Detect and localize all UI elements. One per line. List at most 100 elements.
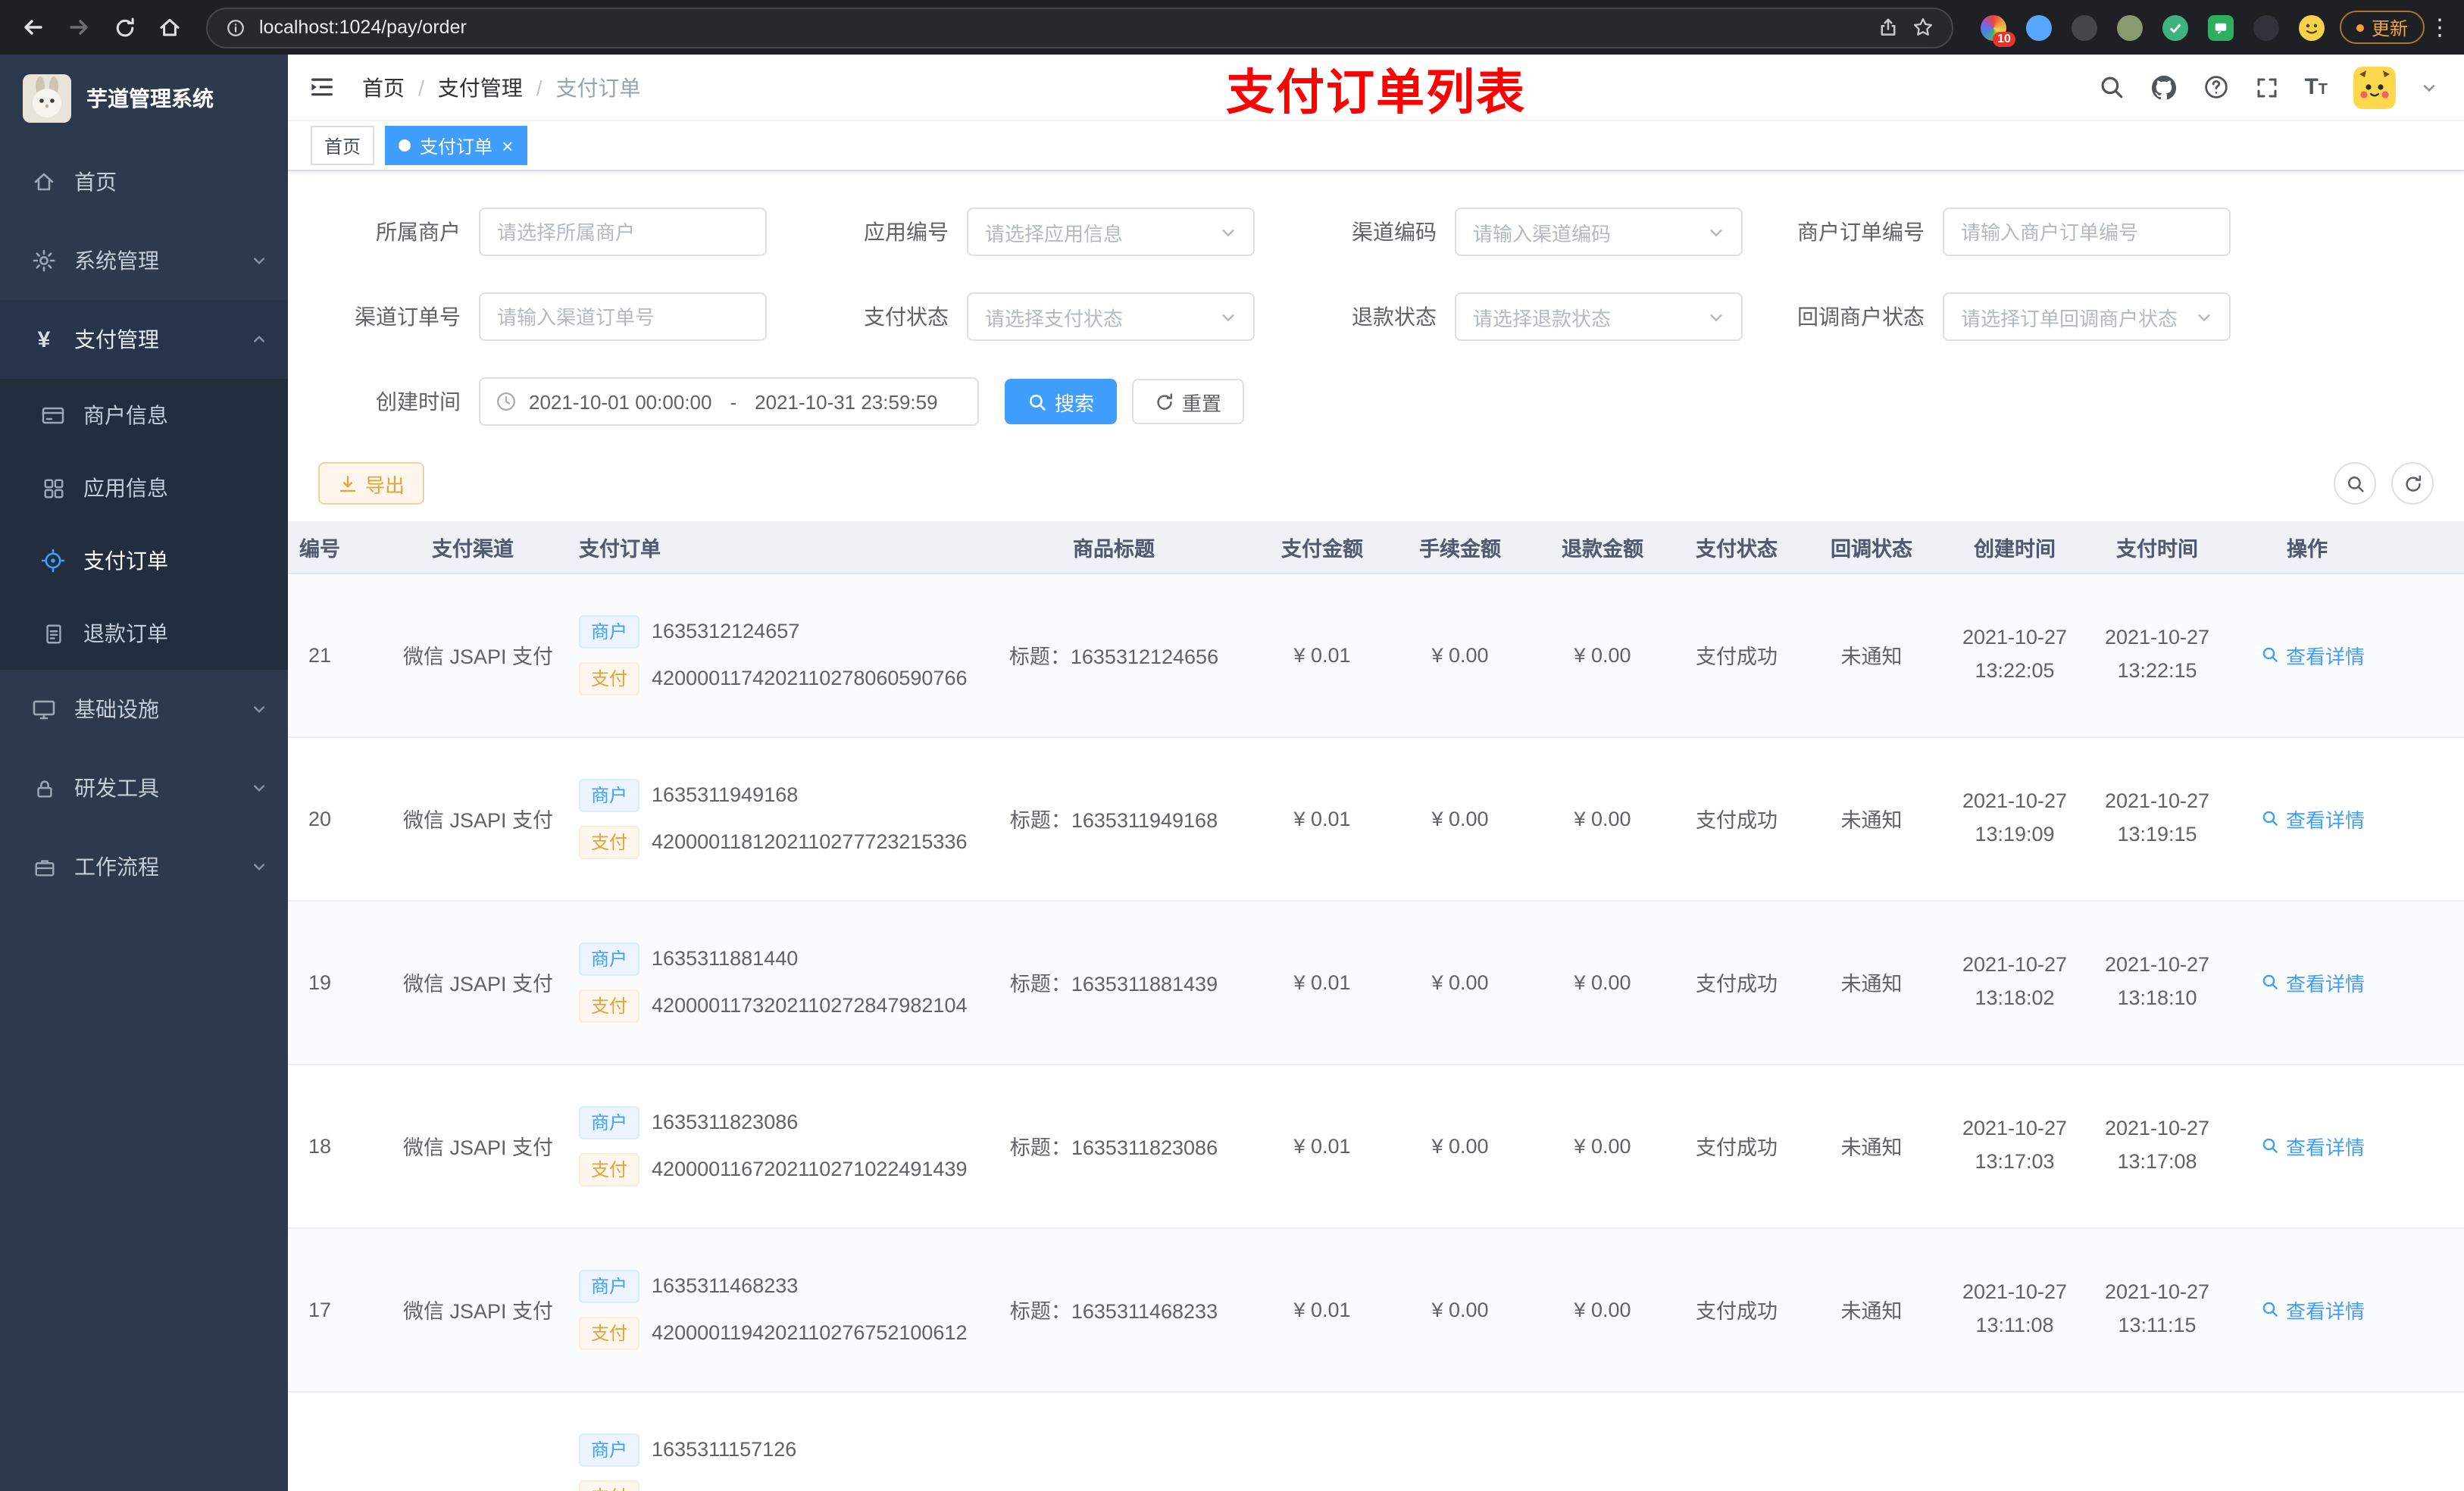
breadcrumb: 首页 / 支付管理 / 支付订单	[362, 72, 641, 102]
sidebar-item-dev-tools[interactable]: 研发工具	[0, 749, 288, 827]
merchant-order-no: 1635311468233	[652, 1274, 799, 1297]
app-id-select[interactable]: 请选择应用信息	[967, 208, 1255, 256]
cell-pay-order: 商户 1635311823086 支付 4200001167202110271022…	[555, 1064, 970, 1228]
breadcrumb-item[interactable]: 首页	[362, 72, 405, 102]
extension-icon[interactable]	[2116, 14, 2143, 40]
merchant-tag: 商户	[579, 1269, 640, 1302]
cell-notify: 未通知	[1802, 573, 1941, 737]
cell-channel: 微信 JSAPI 支付	[391, 573, 555, 737]
font-size-icon[interactable]: TT	[2304, 76, 2328, 98]
profile-avatar[interactable]	[2298, 14, 2325, 40]
credit-card-icon	[39, 403, 67, 427]
table-row: 21 微信 JSAPI 支付 商户 1635312124657 支付 4200001…	[288, 573, 2464, 737]
help-icon[interactable]	[2203, 74, 2228, 100]
share-icon[interactable]	[1878, 17, 1899, 38]
extension-icon[interactable]	[2162, 14, 2188, 40]
sidebar-item-workflow[interactable]: 工作流程	[0, 827, 288, 906]
chevron-down-icon	[252, 859, 267, 874]
cell-id: 19	[288, 900, 391, 1064]
sidebar-item-pay-order[interactable]: 支付订单	[0, 524, 288, 597]
sidebar-item-merchant-info[interactable]: 商户信息	[0, 379, 288, 452]
site-info-icon[interactable]	[226, 17, 245, 37]
view-detail-link[interactable]: 查看详情	[2262, 640, 2365, 669]
sidebar-item-app-info[interactable]: 应用信息	[0, 452, 288, 524]
close-icon[interactable]: ×	[502, 136, 513, 155]
caret-down-icon[interactable]	[2422, 80, 2437, 95]
cell-fee: ¥ 0.00	[1387, 736, 1534, 901]
bookmark-star-icon[interactable]	[1912, 17, 1934, 38]
pay-tag: 支付	[579, 825, 640, 858]
browser-home-button[interactable]	[149, 6, 191, 48]
table-tools	[2334, 462, 2434, 505]
cell-pay-order: 商户 1635311881440 支付 4200001173202110272847…	[555, 900, 970, 1064]
url-text[interactable]: localhost:1024/pay/order	[259, 17, 1864, 38]
extension-icon[interactable]	[2253, 14, 2279, 40]
merchant-input[interactable]	[479, 208, 767, 256]
chevron-down-icon	[2196, 308, 2212, 325]
notify-status-select[interactable]: 请选择订单回调商户状态	[1943, 292, 2231, 341]
select-placeholder: 请选择退款状态	[1473, 307, 1612, 330]
create-time-range-picker[interactable]: 2021-10-01 00:00:00 - 2021-10-31 23:59:5…	[479, 377, 979, 426]
view-detail-link[interactable]: 查看详情	[2262, 1131, 2365, 1160]
extension-icon[interactable]	[2071, 14, 2097, 40]
tab-pay-order[interactable]: 支付订单 ×	[385, 126, 527, 165]
channel-order-no-input[interactable]	[479, 292, 767, 341]
cell-notify: 未通知	[1802, 736, 1941, 901]
sidebar-item-infra[interactable]: 基础设施	[0, 670, 288, 749]
address-bar[interactable]: localhost:1024/pay/order	[206, 7, 1953, 48]
extension-icon[interactable]: 10	[1980, 14, 2015, 46]
sidebar-item-refund-order[interactable]: 退款订单	[0, 597, 288, 670]
channel-code-select[interactable]: 请输入渠道编码	[1455, 208, 1743, 256]
merchant-order-no-input[interactable]	[1943, 208, 2231, 256]
sidebar-item-system[interactable]: 系统管理	[0, 221, 288, 300]
cell-fee: ¥ 0.00	[1387, 1064, 1534, 1228]
tab-home[interactable]: 首页	[311, 126, 375, 165]
cell-id: 21	[288, 573, 391, 737]
browser-update-button[interactable]: 更新	[2339, 11, 2425, 44]
select-placeholder: 请选择支付状态	[985, 307, 1124, 330]
search-icon[interactable]	[2098, 74, 2124, 100]
view-detail-link[interactable]: 查看详情	[2262, 804, 2365, 833]
extension-icon[interactable]	[2207, 14, 2234, 40]
merchant-tag: 商户	[579, 614, 640, 648]
col-id: 编号	[288, 521, 391, 574]
reset-button[interactable]: 重置	[1132, 379, 1245, 424]
cell-amount: ¥ 0.01	[1258, 900, 1387, 1064]
filter-label: 应用编号	[864, 220, 949, 244]
tab-label: 支付订单	[420, 136, 493, 157]
pay-tag: 支付	[579, 661, 640, 695]
date-separator: -	[730, 390, 737, 413]
col-pay-time: 支付时间	[2088, 521, 2226, 574]
sidebar-item-payment[interactable]: ¥ 支付管理	[0, 300, 288, 379]
breadcrumb-item[interactable]: 支付管理	[438, 72, 523, 102]
cell-action: 查看详情	[2226, 900, 2464, 1064]
extension-icon[interactable]	[2025, 14, 2052, 40]
refund-status-select[interactable]: 请选择退款状态	[1455, 292, 1743, 341]
browser-menu-button[interactable]: ⋮	[2428, 14, 2452, 41]
toggle-search-button[interactable]	[2334, 462, 2376, 505]
search-button-label: 搜索	[1055, 392, 1095, 414]
merchant-order-no: 1635311949168	[652, 783, 799, 806]
pay-status-select[interactable]: 请选择支付状态	[967, 292, 1255, 341]
filter-merchant: 所属商户	[303, 208, 791, 256]
view-detail-link[interactable]: 查看详情	[2262, 967, 2365, 996]
cell-status: 支付成功	[1671, 1227, 1802, 1392]
filter-label: 支付状态	[864, 305, 949, 329]
fullscreen-icon[interactable]	[2254, 75, 2278, 99]
logo-avatar	[23, 74, 71, 123]
sidebar-collapse-button[interactable]	[309, 74, 335, 100]
export-button[interactable]: 导出	[318, 462, 425, 505]
view-detail-link[interactable]: 查看详情	[2262, 1295, 2365, 1324]
browser-forward-button[interactable]	[58, 6, 100, 48]
filter-channel-code: 渠道编码 请输入渠道编码	[1279, 208, 1767, 256]
cell-status: 支付成功	[1671, 573, 1802, 737]
sidebar-item-home[interactable]: 首页	[0, 142, 288, 221]
github-icon[interactable]	[2150, 73, 2177, 101]
search-button[interactable]: 搜索	[1005, 379, 1118, 424]
refresh-table-button[interactable]	[2391, 462, 2434, 505]
user-avatar[interactable]	[2353, 66, 2396, 108]
pay-tag: 支付	[579, 1480, 640, 1491]
browser-back-button[interactable]	[12, 6, 55, 48]
browser-refresh-button[interactable]	[103, 6, 145, 48]
page-content: 所属商户 应用编号 请选择应用信息 渠道编码 请输入渠道编码	[288, 171, 2464, 1491]
